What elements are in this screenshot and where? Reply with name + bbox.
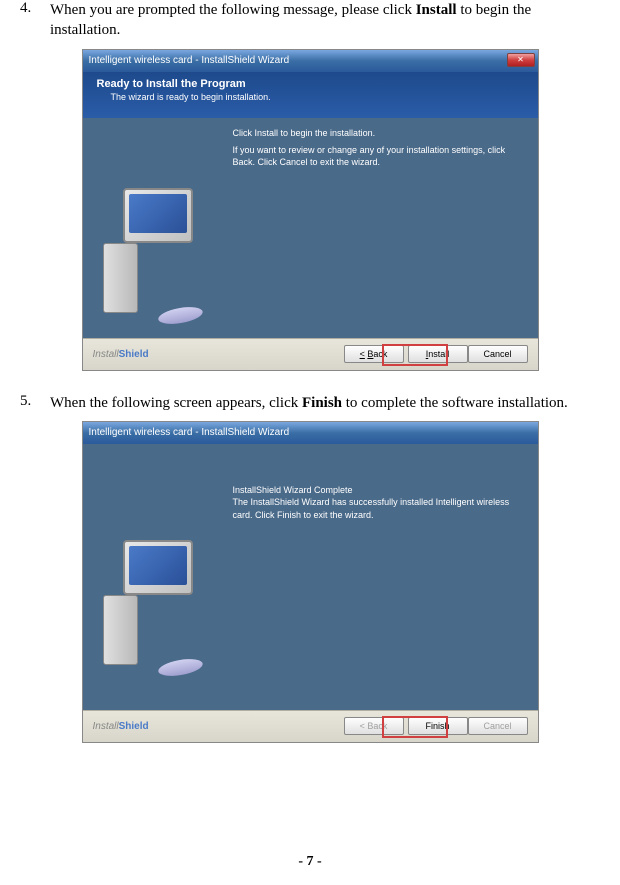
cancel-button[interactable]: Cancel (468, 345, 528, 363)
dialog-body-text: InstallShield Wizard Complete The Instal… (233, 484, 526, 522)
close-icon[interactable]: ✕ (507, 53, 535, 67)
window-titlebar: Intelligent wireless card - InstallShiel… (83, 422, 538, 444)
dialog-button-bar: InstallShield < Back Install Cancel (83, 338, 538, 370)
dialog-body-text: Click Install to begin the installation.… (233, 128, 526, 175)
install-dialog-screenshot: Intelligent wireless card - InstallShiel… (82, 49, 539, 371)
complete-heading: InstallShield Wizard Complete (233, 484, 526, 497)
back-button[interactable]: < Back (344, 345, 404, 363)
step-5: 5. When the following screen appears, cl… (20, 393, 600, 413)
step-text: When you are prompted the following mess… (50, 0, 600, 41)
banner-subtitle: The wizard is ready to begin installatio… (111, 92, 524, 102)
window-title: Intelligent wireless card - InstallShiel… (89, 55, 290, 66)
installshield-logo: InstallShield (93, 721, 149, 732)
window-title: Intelligent wireless card - InstallShiel… (89, 427, 290, 438)
step-4: 4. When you are prompted the following m… (20, 0, 600, 41)
step-number: 4. (20, 0, 50, 41)
step-number: 5. (20, 393, 50, 413)
window-titlebar: Intelligent wireless card - InstallShiel… (83, 50, 538, 72)
dialog-button-bar: InstallShield < Back Finish Cancel (83, 710, 538, 742)
banner-title: Ready to Install the Program (97, 78, 524, 90)
dialog-content: Click Install to begin the installation.… (83, 118, 538, 338)
step-text: When the following screen appears, click… (50, 393, 600, 413)
finish-dialog-screenshot: Intelligent wireless card - InstallShiel… (82, 421, 539, 743)
install-button[interactable]: Install (408, 345, 468, 363)
cancel-button: Cancel (468, 717, 528, 735)
dialog-content: InstallShield Wizard Complete The Instal… (83, 444, 538, 710)
computer-icon (98, 540, 218, 680)
finish-button[interactable]: Finish (408, 717, 468, 735)
dialog-banner: Ready to Install the Program The wizard … (83, 72, 538, 118)
computer-icon (98, 188, 218, 328)
back-button: < Back (344, 717, 404, 735)
page-number: - 7 - (0, 854, 620, 870)
installshield-logo: InstallShield (93, 349, 149, 360)
